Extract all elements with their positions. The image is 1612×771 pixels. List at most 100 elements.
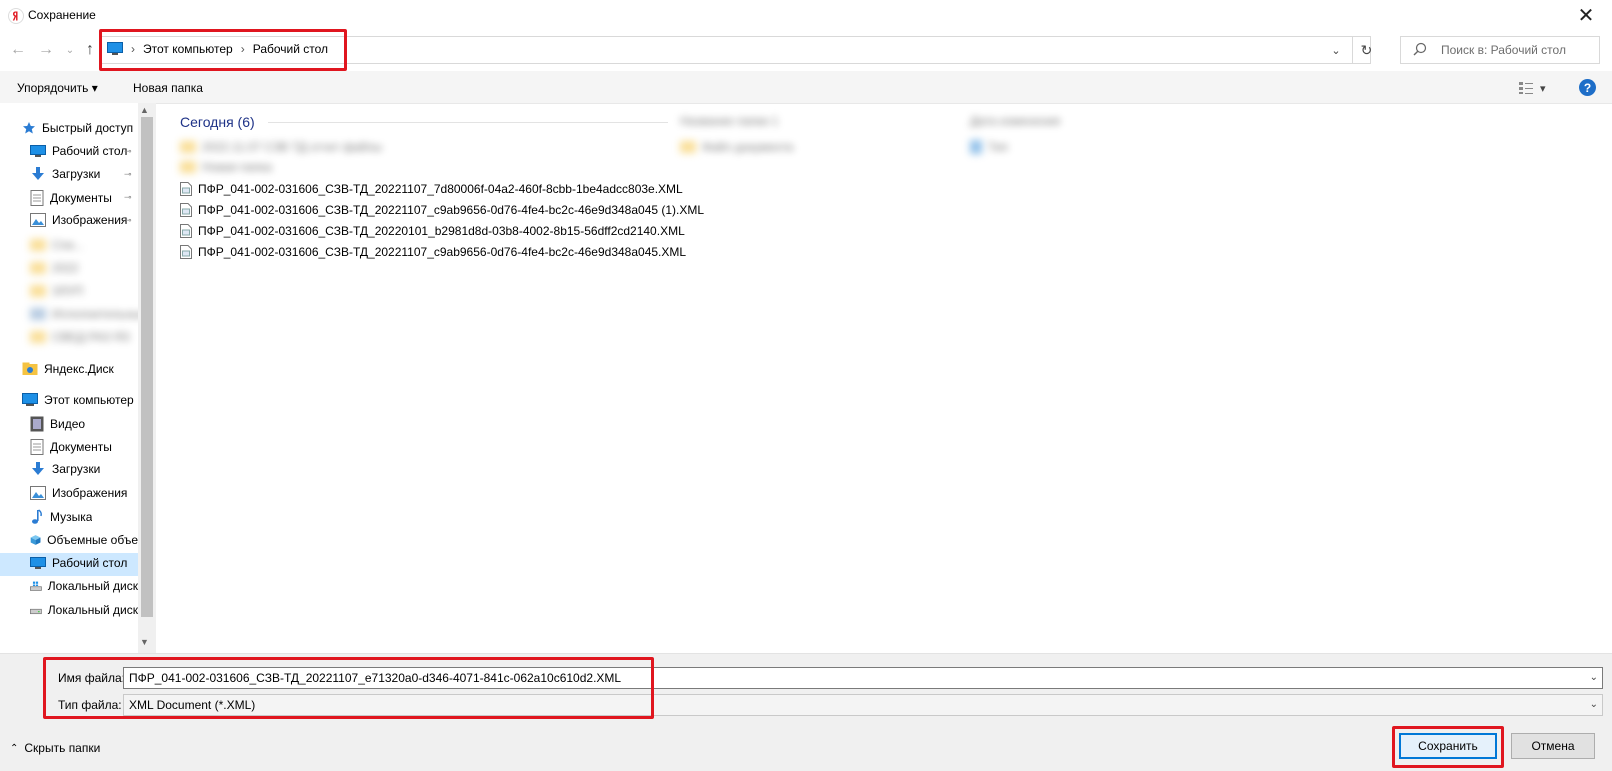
file-name: ПФР_041-002-031606_СЗВ-ТД_20221107_c9ab9…	[198, 245, 687, 259]
sidebar-item-label: Рабочий стол	[52, 144, 128, 158]
sidebar-item-label: Объемные объе	[47, 533, 138, 547]
sidebar-item-pictures-quick[interactable]: Изображения	[30, 213, 136, 227]
sidebar-item-label: СВЕД РАЗ ЯЗ	[52, 330, 130, 344]
sidebar-item-downloads-quick[interactable]: Загрузки	[30, 167, 136, 181]
help-button[interactable]: ?	[1579, 79, 1596, 96]
folder-icon	[30, 331, 46, 343]
sidebar-item-label: Загрузки	[52, 462, 101, 476]
close-icon: ✕	[1577, 5, 1595, 27]
sidebar-item-blurred[interactable]: Спи...	[30, 238, 84, 252]
list-item-folder[interactable]: Новая папка	[180, 160, 272, 174]
pin-icon: ⊸	[124, 169, 132, 179]
document-icon	[30, 190, 44, 206]
sidebar-item-documents-quick[interactable]: Документы	[30, 190, 136, 206]
file-name: ПФР_041-002-031606_СЗВ-ТД_20221107_7d800…	[198, 182, 683, 196]
back-button[interactable]: ←	[8, 40, 28, 60]
sidebar-item-blurred[interactable]: ЗЛУП	[30, 284, 83, 298]
hide-folders-button[interactable]: ⌃ Скрыть папки	[10, 741, 100, 755]
refresh-button[interactable]: ↻	[1352, 36, 1380, 64]
drive-icon	[30, 608, 42, 615]
sidebar-item-desktop[interactable]: Рабочий стол	[30, 556, 127, 570]
list-item-file[interactable]: ПФР_041-002-031606_СЗВ-ТД_20221107_7d800…	[180, 182, 683, 196]
sidebar-item-local-disk-d[interactable]: Локальный диск	[30, 603, 138, 617]
folder-icon	[30, 262, 46, 274]
yandex-disk-icon	[22, 362, 38, 375]
star-icon	[23, 122, 35, 134]
form-highlight-box	[43, 657, 654, 719]
list-item-file[interactable]: ПФР_041-002-031606_СЗВ-ТД_20220101_b2981…	[180, 224, 685, 238]
recent-locations-button[interactable]: ⌄	[60, 40, 80, 60]
arrow-left-icon: ←	[10, 41, 26, 58]
sidebar-item-documents[interactable]: Документы	[30, 439, 112, 455]
sidebar-item-local-disk-c[interactable]: Локальный диск	[30, 579, 138, 593]
folder-icon	[30, 285, 46, 297]
list-item-file[interactable]: ПФР_041-002-031606_СЗВ-ТД_20221107_c9ab9…	[180, 203, 704, 217]
desktop-icon	[30, 145, 46, 157]
close-button[interactable]: ✕	[1560, 0, 1612, 31]
xml-file-icon	[180, 203, 192, 217]
scroll-down-icon[interactable]: ▼	[140, 637, 149, 647]
sidebar-item-label: Видео	[50, 417, 86, 431]
sidebar-item-blurred[interactable]: Исполнительные	[30, 307, 147, 321]
sidebar-item-blurred[interactable]: СВЕД РАЗ ЯЗ	[30, 330, 130, 344]
group-divider	[268, 122, 668, 123]
forward-button[interactable]: →	[36, 40, 56, 60]
folder-icon	[680, 141, 696, 153]
sidebar-scrollbar-thumb[interactable]	[141, 117, 153, 617]
up-button[interactable]: ↑	[80, 40, 100, 60]
sidebar-item-blurred[interactable]: 2022	[30, 261, 79, 275]
sidebar-item-music[interactable]: Музыка	[30, 509, 92, 525]
chevron-down-icon[interactable]: ⌄	[1590, 699, 1598, 710]
sidebar-item-label: Музыка	[50, 510, 93, 524]
change-view-button[interactable]: ▾	[1518, 78, 1558, 98]
sidebar-item-downloads[interactable]: Загрузки	[30, 462, 100, 476]
sidebar-item-label: Локальный диск	[47, 579, 138, 593]
chevron-down-icon[interactable]: ⌄	[1590, 672, 1598, 683]
music-icon	[32, 509, 42, 524]
window-title: Сохранение	[28, 8, 96, 22]
view-details-icon	[1519, 82, 1533, 94]
list-item-folder[interactable]: 2022.11.07 СЗВ ТД отчет файлы	[180, 140, 382, 154]
file-name: Новая папка	[202, 160, 272, 174]
sidebar-item-quick-access[interactable]: Быстрый доступ	[22, 121, 133, 135]
computer-icon	[22, 393, 38, 406]
list-item-folder[interactable]: Файл документа	[680, 140, 793, 154]
scroll-up-icon[interactable]: ▲	[140, 105, 149, 115]
arrow-right-icon: →	[38, 41, 54, 58]
sidebar-item-desktop-quick[interactable]: Рабочий стол	[30, 144, 136, 158]
sidebar-item-label: Яндекс.Диск	[44, 362, 114, 376]
search-placeholder: Поиск в: Рабочий стол	[1441, 43, 1566, 57]
address-dropdown-button[interactable]: ⌄	[1326, 42, 1346, 58]
sidebar-item-yandex-disk[interactable]: Яндекс.Диск	[22, 362, 114, 376]
sidebar-item-label: ЗЛУП	[52, 284, 84, 298]
title-bar	[0, 0, 1612, 31]
list-item-file[interactable]: ПФР_041-002-031606_СЗВ-ТД_20221107_c9ab9…	[180, 245, 686, 259]
new-folder-button[interactable]: Новая папка	[133, 81, 203, 95]
sidebar-item-this-pc[interactable]: Этот компьютер	[22, 393, 134, 407]
document-icon	[30, 439, 44, 455]
sidebar-item-label: Рабочий стол	[52, 556, 128, 570]
file-name: Тип	[988, 140, 1009, 154]
cancel-button[interactable]: Отмена	[1511, 733, 1595, 759]
organize-button[interactable]: Упорядочить ▾	[17, 81, 98, 95]
folder-icon	[180, 161, 196, 173]
pin-icon: ⊸	[124, 146, 132, 156]
sidebar-item-label: Локальный диск	[47, 603, 138, 617]
chevron-down-icon: ⌄	[1331, 44, 1341, 57]
address-highlight-box	[99, 29, 347, 71]
download-icon	[32, 167, 44, 180]
sidebar-item-videos[interactable]: Видео	[30, 416, 85, 432]
desktop-icon	[30, 557, 46, 569]
sidebar-item-3d-objects[interactable]: Объемные объе	[30, 532, 138, 548]
network-folder-icon	[30, 308, 46, 320]
blurred-label: Дата изменения	[970, 114, 1061, 128]
search-icon	[1413, 42, 1427, 56]
download-icon	[32, 462, 44, 475]
video-icon	[30, 416, 44, 432]
file-name: ПФР_041-002-031606_СЗВ-ТД_20221107_c9ab9…	[198, 203, 705, 217]
file-icon	[970, 140, 982, 154]
group-header[interactable]: Сегодня (6)	[180, 114, 255, 130]
xml-file-icon	[180, 245, 192, 259]
sidebar-item-pictures[interactable]: Изображения	[30, 486, 127, 500]
list-item-file[interactable]: Тип	[970, 140, 1008, 154]
